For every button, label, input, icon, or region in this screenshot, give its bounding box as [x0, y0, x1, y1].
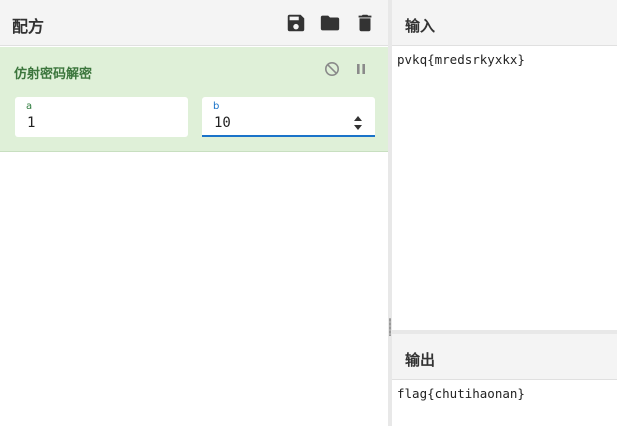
operation-affine-decode[interactable]: 仿射密码解密 a 1 b 10 — [0, 47, 388, 152]
input-header: 输入 — [392, 0, 617, 46]
output-title: 输出 — [405, 351, 436, 369]
arg-b-field[interactable]: b 10 — [202, 97, 375, 137]
recipe-pane: 配方 仿射密码解密 a 1 b 10 — [0, 0, 388, 426]
input-title: 输入 — [405, 17, 436, 35]
arg-a-field[interactable]: a 1 — [15, 97, 188, 137]
arg-b-label: b — [213, 101, 220, 112]
number-spinner-icon[interactable] — [353, 115, 363, 131]
splitter-grip-icon[interactable] — [389, 318, 391, 336]
input-textarea[interactable]: pvkq{mredsrkyxkx} — [397, 52, 525, 67]
recipe-header: 配方 — [0, 0, 388, 46]
arg-a-label: a — [26, 101, 33, 112]
recipe-title: 配方 — [12, 17, 45, 36]
arg-b-value[interactable]: 10 — [214, 115, 231, 131]
disable-icon[interactable] — [324, 61, 340, 77]
operation-title: 仿射密码解密 — [14, 67, 93, 82]
arg-a-value[interactable]: 1 — [27, 115, 35, 131]
output-text[interactable]: flag{chutihaonan} — [397, 386, 525, 401]
folder-icon[interactable] — [319, 12, 341, 34]
io-pane: 输入 pvkq{mredsrkyxkx} 输出 flag{chutihaonan… — [392, 0, 617, 426]
save-icon[interactable] — [285, 12, 307, 34]
output-header: 输出 — [392, 334, 617, 380]
trash-icon[interactable] — [354, 12, 376, 34]
pause-icon[interactable] — [353, 61, 369, 77]
